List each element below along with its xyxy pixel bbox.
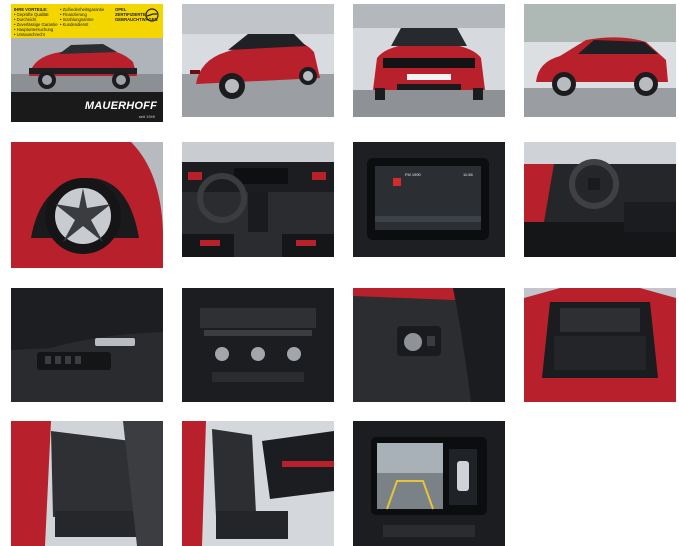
dealer-sub: seit 1949 xyxy=(138,114,155,119)
car-photo xyxy=(182,421,334,546)
thumb-rear-camera-screen[interactable] xyxy=(353,421,505,546)
car-photo xyxy=(182,288,334,402)
car-photo xyxy=(353,4,505,117)
thumb-infotainment-screen[interactable]: FM 1990 11:56 xyxy=(353,142,505,257)
car-photo xyxy=(182,4,334,117)
car-photo xyxy=(182,142,334,257)
car-photo xyxy=(353,142,505,257)
thumb-climate-control[interactable] xyxy=(182,288,334,402)
thumb-front[interactable] xyxy=(353,4,505,117)
car-photo xyxy=(353,421,505,546)
opel-logo-icon xyxy=(145,8,159,22)
thumb-rear-seats[interactable] xyxy=(11,421,163,546)
thumb-steering-wheel[interactable] xyxy=(524,142,676,257)
car-photo xyxy=(524,4,676,117)
thumb-door-panel[interactable] xyxy=(11,288,163,402)
car-photo xyxy=(11,142,163,268)
thumb-trunk[interactable] xyxy=(524,288,676,402)
dealer-footer: MAUERHOFF seit 1949 xyxy=(11,92,163,122)
thumb-side[interactable] xyxy=(524,4,676,117)
thumb-dashboard[interactable] xyxy=(182,142,334,257)
car-photo xyxy=(11,288,163,402)
thumb-front-seats[interactable] xyxy=(182,421,334,546)
car-photo xyxy=(524,142,676,257)
thumb-front-quarter-ad[interactable]: IHRE VORTEILE: • Geprüfte Qualität • Dur… xyxy=(11,4,163,122)
benefit-item: • Kundendienst xyxy=(60,22,89,27)
car-photo xyxy=(353,288,505,402)
clock-label: 11:56 xyxy=(463,172,473,177)
thumb-light-switch[interactable] xyxy=(353,288,505,402)
car-photo xyxy=(11,421,163,546)
thumb-rear-quarter[interactable] xyxy=(182,4,334,117)
car-photo xyxy=(524,288,676,402)
thumb-wheel[interactable] xyxy=(11,142,163,268)
benefits-banner: IHRE VORTEILE: • Geprüfte Qualität • Dur… xyxy=(11,4,163,38)
dealer-name: MAUERHOFF xyxy=(84,100,157,112)
benefit-item: • Umtauschrecht xyxy=(14,32,45,37)
radio-station-label: FM 1990 xyxy=(405,172,421,177)
